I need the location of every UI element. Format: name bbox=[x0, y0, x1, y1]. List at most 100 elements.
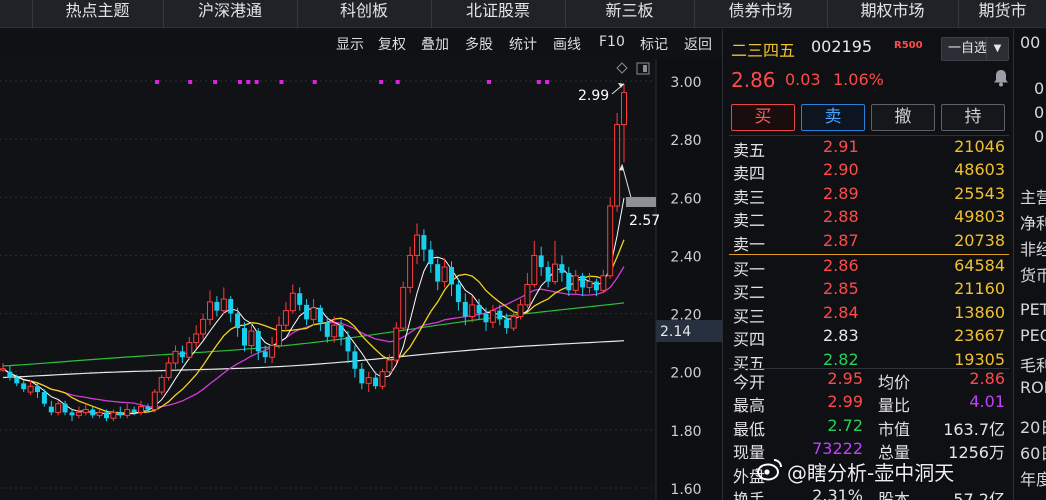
candle-body-up bbox=[586, 281, 593, 288]
side-panel-text: 00 bbox=[1020, 33, 1041, 52]
tab-futures-market[interactable]: 期货市 bbox=[958, 0, 1046, 28]
y-tick-label: 2.60 bbox=[670, 191, 701, 207]
positions-button[interactable]: 持 bbox=[941, 104, 1005, 131]
candle-body-up bbox=[110, 411, 117, 419]
tab-star-market[interactable]: 科创板 bbox=[297, 0, 430, 28]
y-tick-label: 2.00 bbox=[670, 366, 701, 382]
ask-level-price: 2.87 bbox=[823, 230, 859, 250]
candle-body-down bbox=[14, 377, 20, 384]
candle-body-down bbox=[359, 368, 365, 384]
side-panel-text: 0 bbox=[1034, 127, 1045, 146]
candle-body-up bbox=[469, 304, 476, 317]
tab-bond-market[interactable]: 债券市场 bbox=[694, 0, 826, 28]
ask-level-row[interactable]: 卖四 2.90 48603 bbox=[723, 159, 1013, 183]
stat-value: 2.72 bbox=[827, 415, 863, 435]
stat-label: 均价 bbox=[878, 373, 911, 392]
ask-level-price: 2.91 bbox=[823, 137, 859, 156]
bid-level-volume: 13860 bbox=[954, 302, 1005, 322]
candle-body-down bbox=[297, 293, 303, 305]
tab-options-market[interactable]: 期权市场 bbox=[827, 0, 957, 28]
candle-body-down bbox=[559, 264, 565, 273]
toolbar-f10-button[interactable]: F10 bbox=[599, 34, 625, 50]
chevron-down-icon[interactable]: ▼ bbox=[986, 38, 1008, 60]
ask-level-row[interactable]: 卖五 2.91 21046 bbox=[723, 136, 1013, 160]
quote-panel: 二三四五 002195 R500 一自选 ▼ 2.86 0.03 1.06% 买… bbox=[722, 29, 1012, 500]
stat-row: 今开 2.95 均价 2.86 bbox=[723, 368, 1013, 392]
bid-level-row[interactable]: 买二 2.85 21160 bbox=[723, 278, 1013, 302]
candle-body-up bbox=[572, 275, 579, 291]
sell-button[interactable]: 卖 bbox=[801, 104, 865, 131]
candle-body-up bbox=[27, 385, 34, 393]
candle-body-up bbox=[165, 362, 172, 379]
candle-body-up bbox=[55, 403, 62, 413]
ma-line-magenta bbox=[2, 266, 625, 408]
watchlist-button[interactable]: 一自选 ▼ bbox=[941, 37, 1009, 61]
index-tag: R500 bbox=[894, 40, 923, 51]
signal-marker bbox=[312, 80, 317, 84]
market-nav-bar: 热点主题 沪深港通 科创板 北证股票 新三板 债券市场 期权市场 期货市 bbox=[0, 0, 1046, 28]
candle-body-up bbox=[310, 307, 317, 320]
candle-body-up bbox=[365, 377, 372, 384]
stat-label: 最低 bbox=[733, 419, 766, 439]
toolbar-adjust-button[interactable]: 复权 bbox=[378, 34, 406, 54]
candle-body-down bbox=[345, 336, 351, 352]
toolbar-stats-button[interactable]: 统计 bbox=[509, 34, 537, 54]
signal-marker bbox=[487, 80, 491, 84]
signal-marker bbox=[188, 80, 193, 84]
toolbar-overlay-button[interactable]: 叠加 bbox=[421, 34, 449, 54]
stat-value: 2.95 bbox=[827, 369, 863, 388]
candle-body-up bbox=[220, 298, 227, 312]
candle-body-down bbox=[580, 275, 586, 288]
candle-body-down bbox=[117, 412, 123, 416]
candle-body-up bbox=[124, 409, 131, 416]
ask-level-row[interactable]: 卖二 2.88 49803 bbox=[723, 206, 1013, 230]
ask-level-row[interactable]: 卖三 2.89 25543 bbox=[723, 183, 1013, 207]
weibo-logo-icon bbox=[757, 459, 782, 481]
toolbar-display-button[interactable]: 显示 bbox=[336, 34, 364, 54]
toolbar-draw-line-button[interactable]: 画线 bbox=[553, 34, 581, 54]
toolbar-multi-stock-button[interactable]: 多股 bbox=[465, 34, 493, 54]
watermark: @瞎分析-壶中洞天 bbox=[787, 461, 955, 485]
bid-level-row[interactable]: 买一 2.86 64584 bbox=[723, 255, 1013, 279]
y-tick-label: 2.40 bbox=[670, 249, 701, 265]
alert-bell-icon[interactable] bbox=[993, 69, 1009, 87]
last-price: 2.86 bbox=[731, 68, 776, 92]
high-arrow-head bbox=[618, 82, 624, 88]
candle-body-down bbox=[145, 406, 151, 410]
bid-level-label: 买四 bbox=[733, 330, 766, 350]
candle-body-up bbox=[96, 411, 103, 416]
candle-body-up bbox=[489, 310, 496, 323]
kline-chart-svg[interactable]: 3.002.802.602.402.202.001.801.602.992.57… bbox=[0, 59, 722, 500]
side-panel-text: 货币 bbox=[1020, 266, 1046, 285]
candle-body-down bbox=[373, 377, 379, 387]
signal-marker bbox=[545, 80, 550, 84]
ma-line-yellow bbox=[2, 239, 625, 414]
tab-hot-topics[interactable]: 热点主题 bbox=[32, 0, 162, 28]
tab-beijing-stocks[interactable]: 北证股票 bbox=[431, 0, 564, 28]
tab-shanghai-shenzhen-hk-connect[interactable]: 沪深港通 bbox=[163, 0, 296, 28]
bid-level-price: 2.83 bbox=[823, 326, 859, 346]
stat-row: 最低 2.72 市值 163.7亿 bbox=[723, 415, 1013, 439]
ask-level-row[interactable]: 卖一 2.87 20738 bbox=[723, 230, 1013, 254]
kline-chart[interactable]: 3.00 2.80 2.60 2.40 2.20 2.00 1.80 1.60 2.99 2.57… bbox=[0, 59, 722, 500]
candle-body-up bbox=[200, 318, 207, 335]
buy-button[interactable]: 买 bbox=[731, 104, 795, 131]
candle-body-up bbox=[517, 304, 524, 317]
fundamentals-panel: 00000主营净利非经货币PETPEG毛利ROE20日60日年度 bbox=[1013, 29, 1046, 500]
candle-body-down bbox=[324, 322, 330, 337]
price-cursor-box bbox=[626, 197, 656, 207]
stat-value: 1256万 bbox=[948, 443, 1005, 463]
candle-body-down bbox=[228, 299, 234, 314]
tab-neeq[interactable]: 新三板 bbox=[565, 0, 693, 28]
candle-body-down bbox=[35, 386, 40, 393]
candle-body-down bbox=[545, 267, 551, 282]
candle-body-down bbox=[455, 284, 461, 302]
bid-level-price: 2.86 bbox=[823, 256, 859, 275]
toolbar-back-button[interactable]: 返回 bbox=[684, 34, 712, 54]
price-change: 0.03 bbox=[785, 70, 821, 89]
bid-level-row[interactable]: 买三 2.84 13860 bbox=[723, 302, 1013, 326]
toolbar-mark-button[interactable]: 标记 bbox=[640, 34, 668, 54]
bid-level-row[interactable]: 买四 2.83 23667 bbox=[723, 325, 1013, 350]
candle-body-down bbox=[538, 255, 544, 268]
cancel-order-button[interactable]: 撤 bbox=[871, 104, 935, 131]
